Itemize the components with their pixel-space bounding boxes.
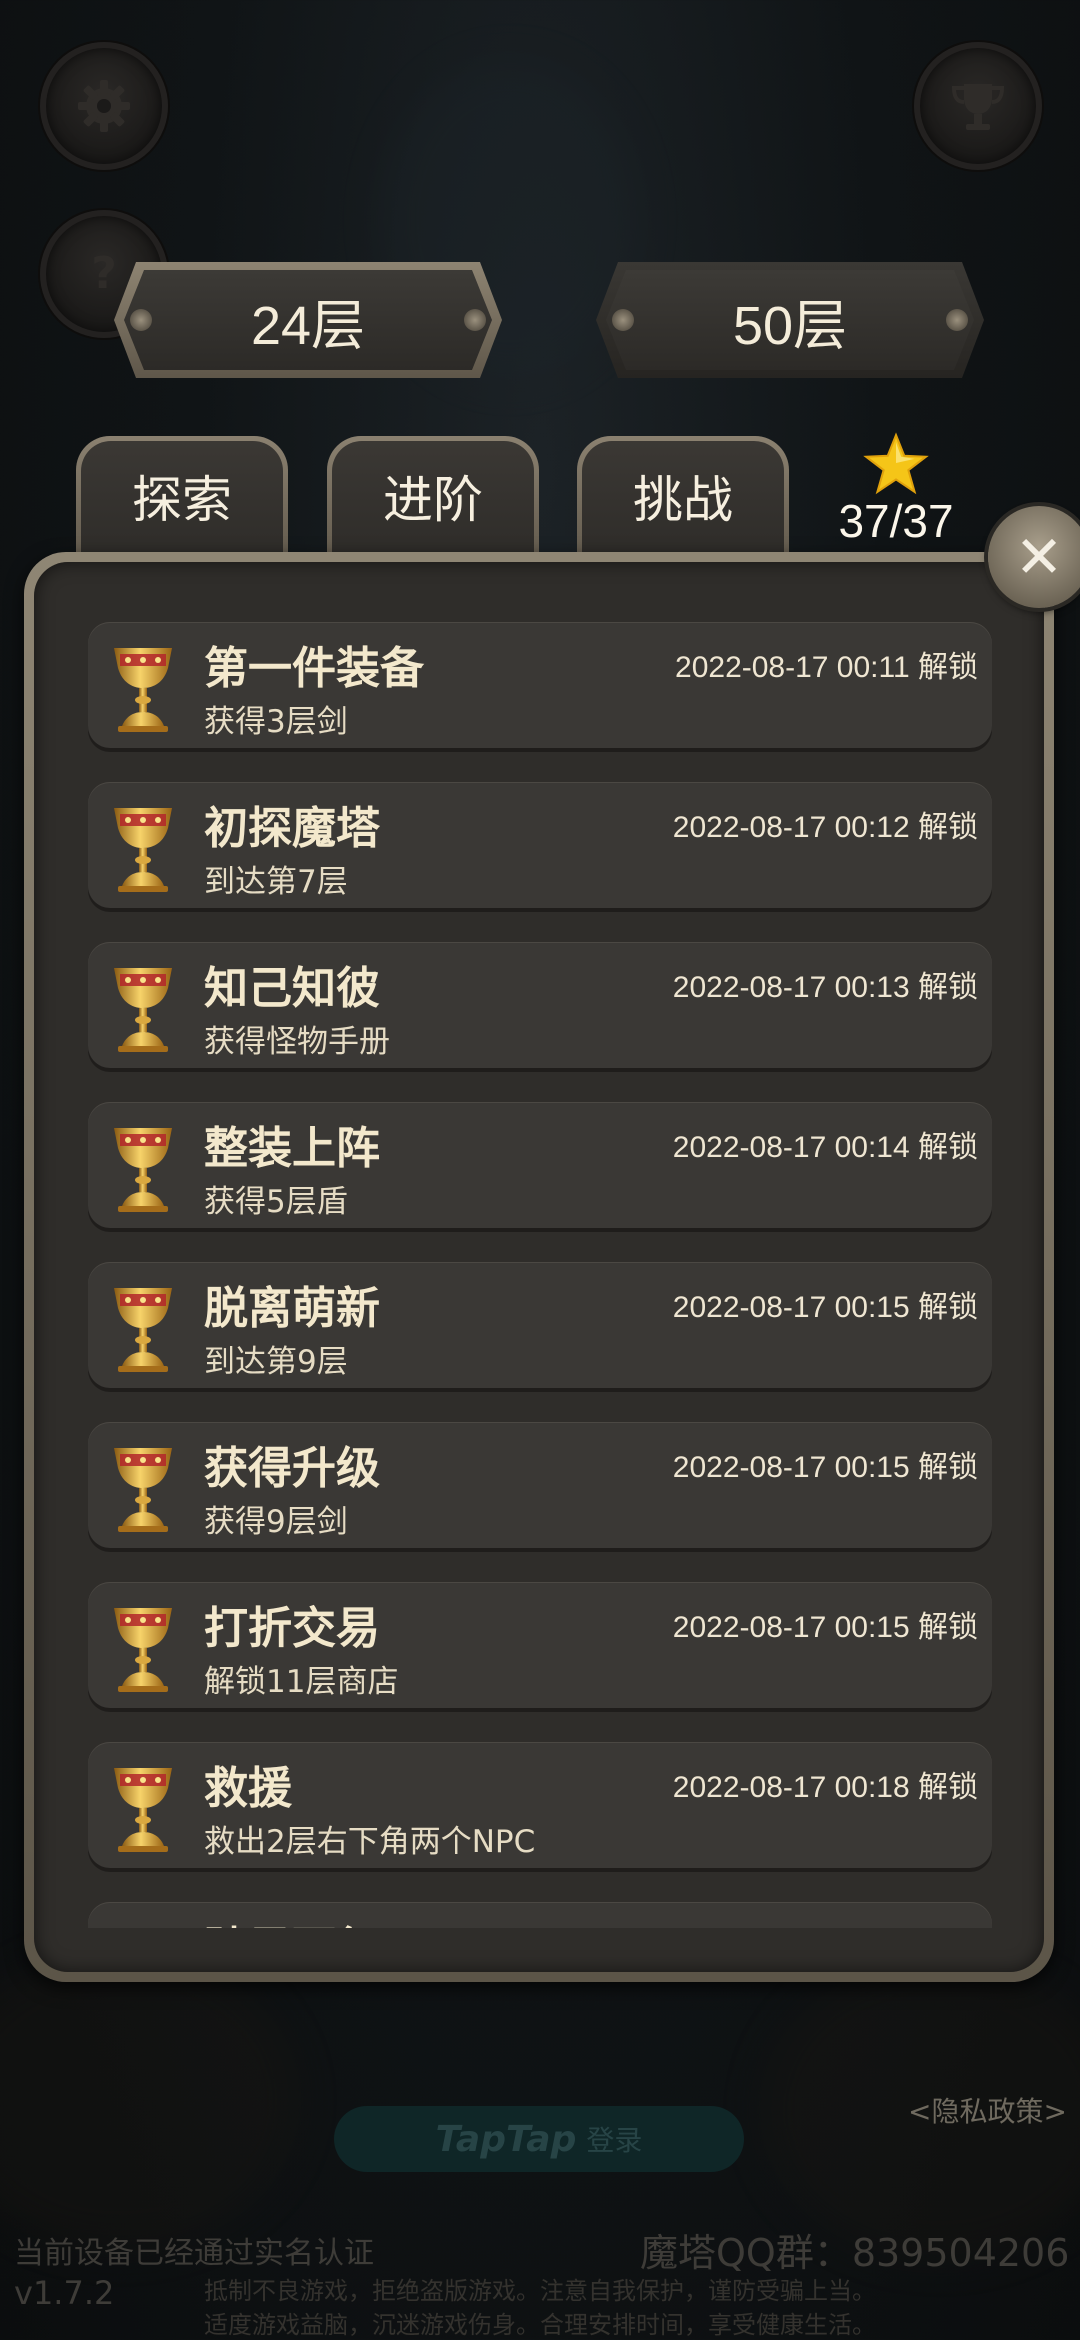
trophy-button[interactable]	[914, 42, 1042, 170]
current-floor-plaque: 24层	[114, 262, 502, 378]
realname-status: 当前设备已经通过实名认证	[14, 2236, 374, 2271]
achievement-unlock-time: 2022-08-17 00:15 解锁	[672, 1291, 978, 1324]
plaque-stud	[946, 309, 968, 331]
golden-chalice-icon	[114, 1128, 172, 1212]
star-icon	[863, 432, 929, 495]
achievement-description: 获得怪物手册	[204, 1024, 390, 1060]
achievement-unlock-time: 2022-08-17 00:12 解锁	[672, 811, 978, 844]
achievement-title: 知己知彼	[204, 963, 380, 1014]
achievement-title: 踏风而行	[204, 1912, 380, 1928]
golden-chalice-icon	[114, 968, 172, 1052]
svg-text:?: ?	[91, 248, 117, 299]
achievement-title: 打折交易	[204, 1603, 380, 1654]
close-icon: ✕	[1014, 523, 1064, 591]
golden-chalice-icon	[114, 1768, 172, 1852]
golden-chalice-icon	[114, 1288, 172, 1372]
achievement-item: 踏风而行 2022-08-17 00:20 解锁	[88, 1902, 992, 1928]
achievement-list[interactable]: 第一件装备 2022-08-17 00:11 解锁 获得3层剑 初探魔塔 202…	[88, 622, 992, 1928]
achievement-description: 到达第7层	[204, 864, 348, 900]
settings-button[interactable]	[40, 42, 168, 170]
taptap-login-label: 登录	[586, 2124, 643, 2157]
achievement-unlock-time: 2022-08-17 00:18 解锁	[672, 1771, 978, 1804]
max-floor-label: 50层	[732, 295, 848, 356]
star-count-label: 37/37	[838, 495, 954, 547]
tab-label: 探索	[81, 441, 283, 560]
achievement-description: 获得5层盾	[204, 1184, 348, 1220]
achievement-title: 第一件装备	[204, 643, 424, 694]
max-floor-plaque: 50层	[596, 262, 984, 378]
tab-challenge[interactable]: 挑战	[577, 436, 789, 560]
achievement-item: 获得升级 2022-08-17 00:15 解锁 获得9层剑	[88, 1422, 992, 1548]
achievement-title: 脱离萌新	[204, 1283, 380, 1334]
star-counter: 37/37	[826, 432, 966, 548]
qq-group: 魔塔QQ群：839504206	[640, 2231, 1070, 2275]
trophy-icon	[951, 84, 1005, 130]
achievement-item: 打折交易 2022-08-17 00:15 解锁 解锁11层商店	[88, 1582, 992, 1708]
tab-advance[interactable]: 进阶	[327, 436, 539, 560]
achievement-description: 到达第9层	[204, 1344, 348, 1380]
gear-icon	[78, 80, 130, 132]
tab-explore[interactable]: 探索	[76, 436, 288, 560]
health-notice: 抵制不良游戏，拒绝盗版游戏。注意自我保护，谨防受骗上当。 适度游戏益脑，沉迷游戏…	[204, 2274, 876, 2340]
version-label: v1.7.2	[14, 2274, 115, 2312]
taptap-logo: TapTap	[435, 2118, 577, 2160]
golden-chalice-icon	[114, 1448, 172, 1532]
plaque-stud	[130, 309, 152, 331]
tab-label: 进阶	[332, 441, 534, 560]
plaque-stud	[464, 309, 486, 331]
current-floor-label: 24层	[250, 295, 366, 356]
achievement-description: 获得3层剑	[204, 704, 348, 740]
achievement-title: 获得升级	[204, 1443, 380, 1494]
golden-chalice-icon	[114, 648, 172, 732]
background-scenery	[0, 1950, 300, 2250]
achievement-unlock-time: 2022-08-17 00:20 解锁	[673, 1922, 978, 1928]
close-button[interactable]: ✕	[988, 506, 1080, 608]
achievement-item: 知己知彼 2022-08-17 00:13 解锁 获得怪物手册	[88, 942, 992, 1068]
achievement-item: 初探魔塔 2022-08-17 00:12 解锁 到达第7层	[88, 782, 992, 908]
achievement-description: 获得9层剑	[204, 1504, 348, 1540]
achievement-title: 整装上阵	[204, 1123, 380, 1174]
plaque-stud	[612, 309, 634, 331]
golden-chalice-icon	[110, 1922, 176, 1928]
privacy-policy-link[interactable]: <隐私政策>	[908, 2090, 1067, 2130]
achievement-item: 整装上阵 2022-08-17 00:14 解锁 获得5层盾	[88, 1102, 992, 1228]
taptap-login-button[interactable]: TapTap 登录	[334, 2106, 744, 2172]
achievement-title: 救援	[204, 1763, 292, 1814]
achievement-item: 第一件装备 2022-08-17 00:11 解锁 获得3层剑	[88, 622, 992, 748]
health-notice-line: 抵制不良游戏，拒绝盗版游戏。注意自我保护，谨防受骗上当。	[204, 2277, 876, 2305]
achievements-panel: 第一件装备 2022-08-17 00:11 解锁 获得3层剑 初探魔塔 202…	[24, 552, 1054, 1982]
achievement-unlock-time: 2022-08-17 00:11 解锁	[675, 651, 978, 684]
achievement-unlock-time: 2022-08-17 00:15 解锁	[672, 1611, 978, 1644]
achievement-unlock-time: 2022-08-17 00:15 解锁	[672, 1451, 978, 1484]
achievement-description: 解锁11层商店	[204, 1664, 399, 1700]
achievement-unlock-time: 2022-08-17 00:14 解锁	[672, 1131, 978, 1164]
health-notice-line: 适度游戏益脑，沉迷游戏伤身。合理安排时间，享受健康生活。	[204, 2311, 876, 2339]
golden-chalice-icon	[114, 1608, 172, 1692]
achievement-title: 初探魔塔	[204, 803, 380, 854]
golden-chalice-icon	[114, 808, 172, 892]
achievement-item: 脱离萌新 2022-08-17 00:15 解锁 到达第9层	[88, 1262, 992, 1388]
tab-label: 挑战	[582, 441, 784, 560]
achievement-item: 救援 2022-08-17 00:18 解锁 救出2层右下角两个NPC	[88, 1742, 992, 1868]
achievement-description: 救出2层右下角两个NPC	[204, 1824, 536, 1860]
achievement-unlock-time: 2022-08-17 00:13 解锁	[672, 971, 978, 1004]
